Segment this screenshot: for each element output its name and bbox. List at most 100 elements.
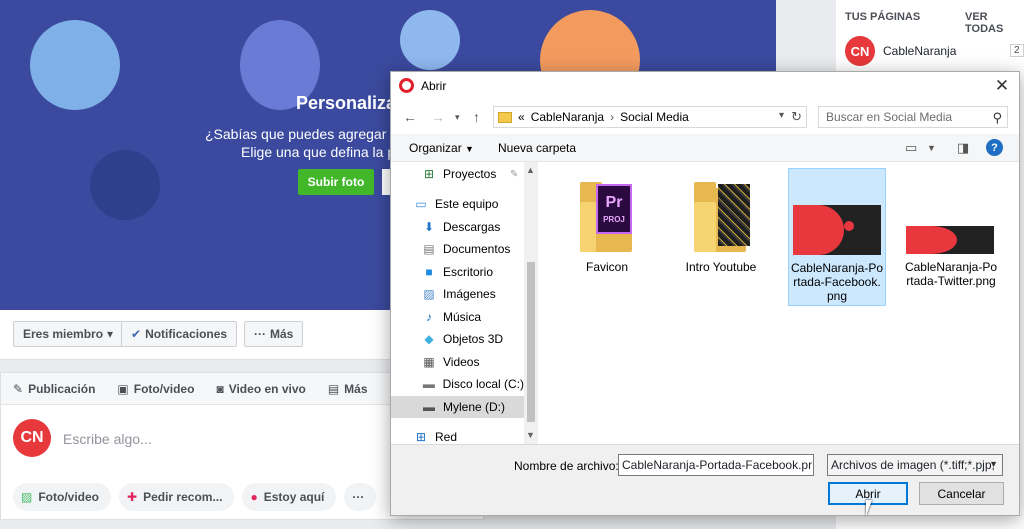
view-options-icon[interactable]: ▭ (905, 140, 917, 156)
file-item-intro-youtube[interactable]: Intro Youtube (672, 168, 770, 306)
search-input[interactable]: Buscar en Social Media ⚲ (818, 106, 1008, 128)
scrollbar-thumb[interactable] (527, 262, 535, 422)
file-type-value: Archivos de imagen (*.tiff;*.pjp, (831, 458, 995, 472)
chevron-down-icon: ▼ (989, 459, 998, 469)
help-icon[interactable]: ? (986, 139, 1003, 156)
photo-video-pill[interactable]: ▨ Foto/video (13, 483, 112, 511)
pill-label: Estoy aquí (263, 490, 325, 504)
file-label: CableNaranja-Po rtada-Twitter.png (902, 260, 1000, 288)
breadcrumb-item[interactable]: CableNaranja (531, 110, 604, 124)
cover-title: Personaliza (296, 93, 397, 113)
video-icon: ▦ (423, 355, 435, 369)
nav-item-descargas[interactable]: ⬇ Descargas (391, 216, 524, 238)
folder-icon (694, 182, 752, 252)
nav-item-label: Objetos 3D (443, 332, 504, 346)
see-all-link[interactable]: VER TODAS (965, 11, 1024, 35)
check-in-pill[interactable]: ● Estoy aquí (242, 483, 337, 511)
nav-item-label: Disco local (C:) (442, 377, 524, 391)
breadcrumb-item[interactable]: Social Media (620, 110, 689, 124)
image-thumbnail (793, 205, 881, 255)
check-icon: ✔ (131, 327, 142, 341)
avatar[interactable]: CN (13, 419, 51, 457)
post-input[interactable]: Escribe algo... (63, 431, 152, 447)
more-button[interactable]: ··· Más (244, 321, 304, 347)
folder-icon (498, 111, 512, 123)
file-label-line: rtada-Twitter.png (906, 274, 996, 288)
tab-more[interactable]: ▤ Más (328, 382, 368, 396)
search-placeholder: Buscar en Social Media (826, 110, 953, 124)
preview-pane-icon[interactable]: ◨ (957, 140, 969, 156)
file-label: Favicon (585, 260, 629, 274)
pill-label: Pedir recom... (143, 490, 223, 504)
organize-button[interactable]: Organizar ▼ (409, 141, 474, 155)
file-label-line: CableNaranja-Po (904, 260, 998, 274)
cancel-button[interactable]: Cancelar (919, 482, 1004, 505)
navigation-pane: ⊞ Proyectos ✎ ▭ Este equipo ⬇ Descargas ▤ Do… (391, 162, 538, 444)
nav-item-documentos[interactable]: ▤ Documentos (391, 238, 524, 260)
notifications-button-label: Notificaciones (145, 327, 228, 341)
notifications-button[interactable]: ✔ Notificaciones (121, 321, 238, 347)
forward-arrow-icon[interactable]: → (431, 109, 445, 125)
more-dots-icon: ··· (254, 327, 266, 341)
tab-photo-video[interactable]: ▣ Foto/video (117, 382, 194, 396)
file-name-input[interactable]: CableNaranja-Portada-Facebook.pr (618, 454, 814, 476)
nav-item-musica[interactable]: ♪ Música (391, 306, 524, 328)
nav-item-proyectos[interactable]: ⊞ Proyectos ✎ (391, 163, 524, 185)
nav-item-label: Imágenes (443, 287, 496, 301)
back-arrow-icon[interactable]: ← (403, 109, 417, 125)
address-bar[interactable]: « CableNaranja › Social Media ▾ ↻ (493, 106, 807, 128)
nav-item-objetos-3d[interactable]: ◆ Objetos 3D (391, 328, 524, 350)
chevron-down-icon[interactable]: ▾ (779, 110, 784, 121)
nav-scrollbar[interactable]: ▲ ▼ (524, 162, 538, 444)
nav-item-label: Videos (443, 355, 480, 369)
chevron-down-icon[interactable]: ▼ (927, 143, 936, 153)
scroll-up-icon[interactable]: ▲ (526, 165, 535, 175)
file-item-favicon[interactable]: Pr PROJ Favicon (558, 168, 656, 306)
file-item-portada-twitter[interactable]: CableNaranja-Po rtada-Twitter.png (902, 168, 1000, 306)
mouse-cursor-icon (866, 500, 878, 516)
file-list: Pr PROJ Favicon Intro Youtube CableNaranj… (538, 162, 1019, 444)
pill-label: Foto/video (38, 490, 100, 504)
document-icon: ▤ (423, 242, 435, 256)
tab-live-video[interactable]: ◙ Video en vivo (216, 382, 305, 396)
recent-dropdown-icon[interactable]: ▾ (455, 112, 460, 123)
page-name-link[interactable]: CableNaranja (883, 44, 956, 58)
nav-item-videos[interactable]: ▦ Videos (391, 351, 524, 373)
nav-item-disco-local[interactable]: ▬ Disco local (C:) (391, 373, 524, 395)
ask-recommendations-pill[interactable]: ✚ Pedir recom... (119, 483, 235, 511)
file-label: Intro Youtube (685, 260, 757, 274)
network-icon: ⊞ (423, 167, 435, 181)
file-item-portada-facebook[interactable]: CableNaranja-Po rtada-Facebook. png (788, 168, 886, 306)
premiere-icon: Pr PROJ (596, 184, 632, 234)
nav-item-mylene[interactable]: ▬ Mylene (D:) (391, 396, 524, 418)
page-avatar[interactable]: CN (845, 36, 875, 66)
recommendation-icon: ✚ (127, 490, 138, 504)
refresh-icon[interactable]: ↻ (791, 109, 802, 125)
chevron-right-icon: › (610, 110, 615, 124)
upload-photo-button[interactable]: Subir foto (298, 169, 374, 195)
member-button[interactable]: Eres miembro ▾ (13, 321, 124, 347)
tab-label: Video en vivo (228, 381, 306, 396)
more-button-label: Más (270, 327, 294, 341)
cover-subtitle: ¿Sabías que puedes agregar u (205, 126, 399, 142)
nav-item-este-equipo[interactable]: ▭ Este equipo (391, 193, 524, 215)
new-folder-button[interactable]: Nueva carpeta (498, 141, 576, 155)
camera-icon: ▣ (117, 381, 129, 396)
breadcrumb-prefix[interactable]: « (518, 110, 525, 124)
nav-item-escritorio[interactable]: ■ Escritorio (391, 261, 524, 283)
member-button-label: Eres miembro (23, 327, 104, 341)
close-icon[interactable]: ✕ (991, 75, 1013, 97)
scroll-down-icon[interactable]: ▼ (526, 430, 535, 440)
file-type-select[interactable]: Archivos de imagen (*.tiff;*.pjp, ▼ (827, 454, 1003, 476)
drive-icon: ▬ (423, 400, 435, 414)
nav-item-imagenes[interactable]: ▨ Imágenes (391, 283, 524, 305)
illustration-person (30, 20, 120, 110)
more-options-pill[interactable]: ··· (344, 483, 377, 511)
tab-post[interactable]: ✎ Publicación (13, 382, 95, 396)
pencil-icon: ✎ (13, 381, 24, 396)
image-icon: ▨ (21, 490, 33, 504)
nav-item-label: Descargas (443, 220, 501, 234)
dialog-toolbar: Organizar ▼ Nueva carpeta ▭ ▼ ◨ ? (391, 134, 1019, 162)
image-thumbnail (906, 226, 994, 254)
up-arrow-icon[interactable]: ↑ (473, 109, 480, 125)
